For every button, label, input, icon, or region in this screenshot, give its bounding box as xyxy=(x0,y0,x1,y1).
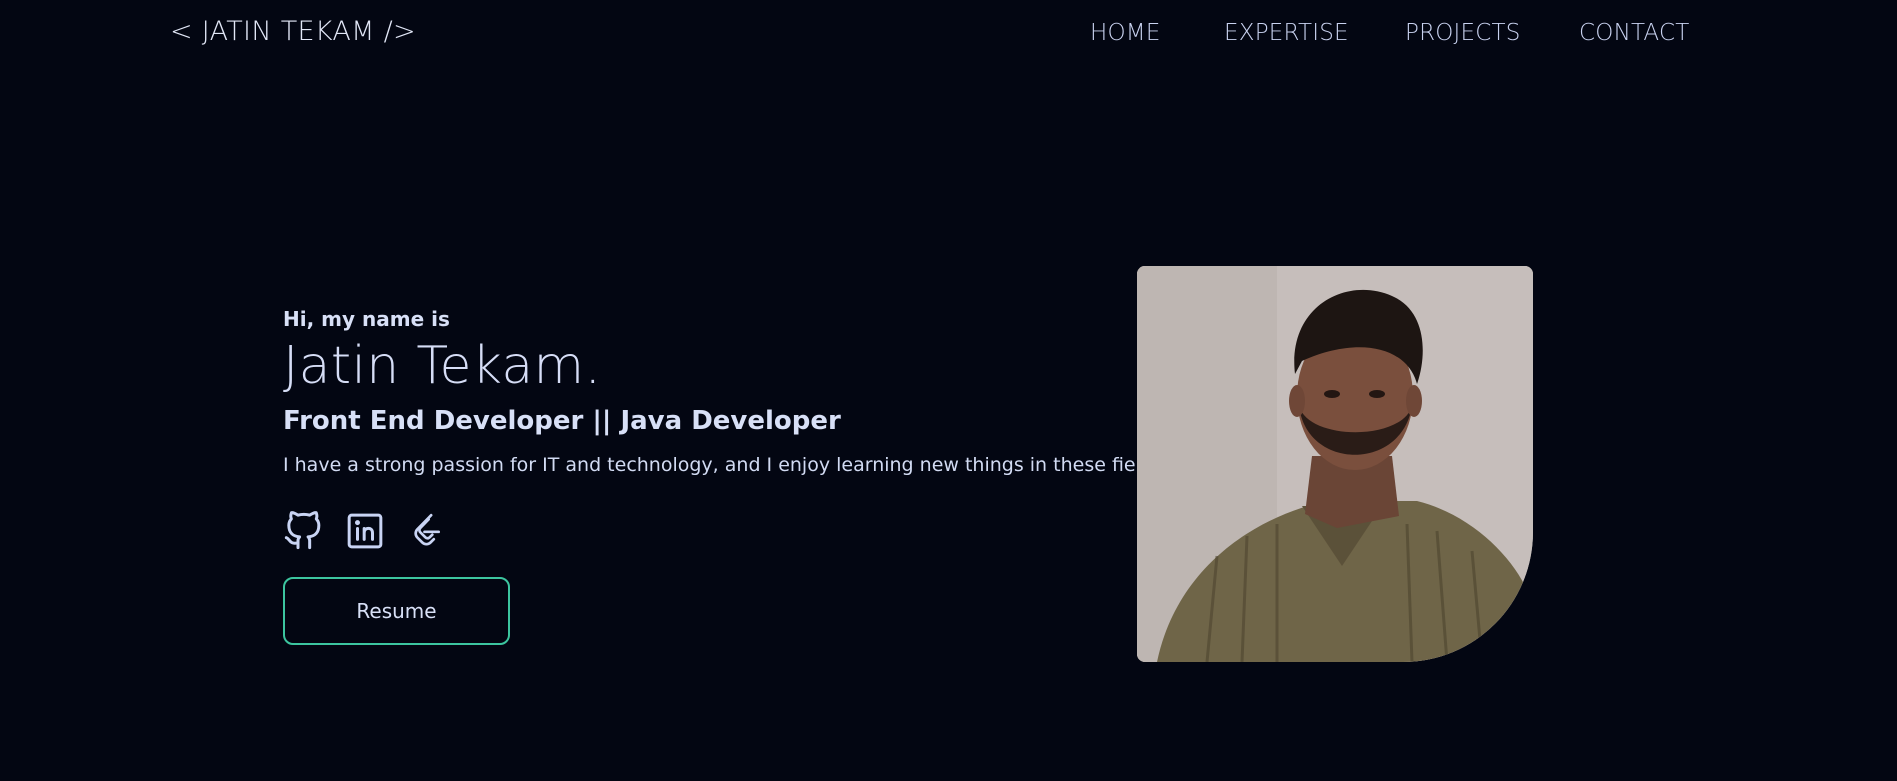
nav-home[interactable]: HOME xyxy=(1090,20,1161,46)
github-link[interactable] xyxy=(283,511,323,551)
nav-contact[interactable]: CONTACT xyxy=(1579,20,1689,46)
greeting-text: Hi, my name is xyxy=(283,307,450,331)
main-nav: HOME EXPERTISE PROJECTS CONTACT xyxy=(0,20,1897,50)
resume-button[interactable]: Resume xyxy=(283,577,510,645)
hero-name: Jatin Tekam. xyxy=(283,336,602,396)
social-links xyxy=(283,511,1143,551)
linkedin-link[interactable] xyxy=(345,511,385,551)
hero-role: Front End Developer || Java Developer xyxy=(283,406,841,436)
linkedin-icon xyxy=(347,513,383,549)
leetcode-icon xyxy=(414,513,440,546)
nav-expertise[interactable]: EXPERTISE xyxy=(1224,20,1349,46)
leetcode-link[interactable] xyxy=(407,511,447,551)
profile-photo-illustration xyxy=(1137,266,1533,662)
hero-tagline: I have a strong passion for IT and techn… xyxy=(283,454,1169,476)
profile-photo xyxy=(1137,266,1533,662)
hero-section: Hi, my name is Jatin Tekam. Front End De… xyxy=(283,305,1169,645)
page: < JATIN TEKAM /> HOME EXPERTISE PROJECTS… xyxy=(0,0,1897,781)
github-icon xyxy=(284,511,321,550)
nav-projects[interactable]: PROJECTS xyxy=(1405,20,1521,46)
